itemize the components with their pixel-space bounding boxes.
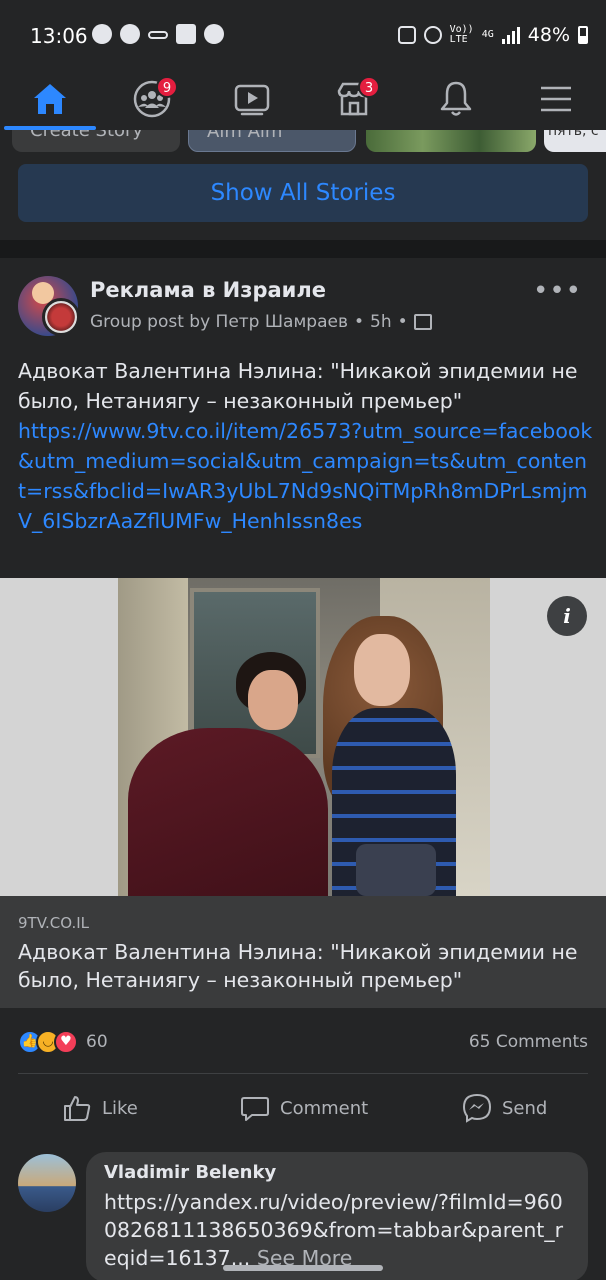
link-preview-caption[interactable]: 9TV.CO.IL Адвокат Валентина Нэлина: "Ник… xyxy=(0,896,606,1008)
recycle-icon xyxy=(397,26,416,44)
comment-label: Comment xyxy=(280,1097,369,1119)
battery-percent: 48% xyxy=(527,24,570,46)
meta-separator: • xyxy=(397,312,408,332)
alarm-icon xyxy=(423,26,442,44)
home-icon xyxy=(34,84,66,114)
story-card-text[interactable]: пять, с xyxy=(544,130,606,152)
status-time: 13:06 xyxy=(30,24,88,48)
preview-photo xyxy=(118,578,490,896)
stories-section: Create Story Alm Alm пять, с Show All St… xyxy=(0,130,606,240)
author-avatar[interactable] xyxy=(42,298,80,336)
bell-icon xyxy=(440,81,472,116)
comment-text: https://yandex.ru/video/preview/?filmId=… xyxy=(104,1190,564,1270)
status-left-icons xyxy=(92,24,224,44)
messenger-icon xyxy=(462,1093,492,1123)
love-reaction-icon: ♥ xyxy=(54,1030,78,1054)
status-bar: 13:06 Vo)) LTE 4G 48% xyxy=(0,0,606,70)
reaction-count: 60 xyxy=(86,1032,108,1052)
status-right-icons: Vo)) LTE 4G 48% xyxy=(397,24,588,46)
network-type: 4G xyxy=(481,29,494,40)
post-text: Адвокат Валентина Нэлина: "Никакой эпиде… xyxy=(18,359,578,413)
preview-domain: 9TV.CO.IL xyxy=(18,914,90,932)
comment-author[interactable]: Vladimir Belenky xyxy=(104,1162,276,1183)
thumbs-up-icon xyxy=(64,1096,91,1121)
active-tab-indicator xyxy=(4,126,96,130)
more-options-icon[interactable]: ••• xyxy=(533,276,582,306)
nav-watch[interactable] xyxy=(222,74,282,124)
comment-button[interactable]: Comment xyxy=(240,1090,368,1126)
whatsapp-icon xyxy=(92,24,112,44)
signal-icon xyxy=(501,26,520,44)
group-privacy-icon xyxy=(413,314,432,330)
nav-menu[interactable] xyxy=(526,74,586,124)
like-label: Like xyxy=(102,1097,138,1119)
post-author-line[interactable]: Group post by Петр Шамраев xyxy=(90,312,348,332)
voicemail-icon xyxy=(148,31,168,39)
nav-home[interactable] xyxy=(20,74,80,124)
post-time[interactable]: 5h xyxy=(370,312,392,332)
gallery-icon xyxy=(176,24,196,44)
post-meta: Group post by Петр Шамраев • 5h • xyxy=(90,312,432,332)
home-indicator[interactable] xyxy=(223,1265,383,1271)
post-link[interactable]: https://www.9tv.co.il/item/26573?utm_sou… xyxy=(18,416,593,536)
reactions-summary[interactable]: 👍 ◡ ♥ 60 xyxy=(18,1030,108,1054)
volte-indicator: Vo)) LTE xyxy=(449,24,474,45)
like-button[interactable]: Like xyxy=(62,1090,138,1126)
comments-count[interactable]: 65 Comments xyxy=(469,1032,588,1052)
group-name[interactable]: Реклама в Израиле xyxy=(90,278,326,302)
preview-title: Адвокат Валентина Нэлина: "Никакой эпиде… xyxy=(18,940,578,992)
top-nav-bar: 9 3 xyxy=(0,70,606,132)
story-create[interactable]: Create Story xyxy=(12,130,180,152)
groups-badge: 9 xyxy=(156,76,178,98)
story-card[interactable]: Alm Alm xyxy=(188,130,356,152)
link-preview-image[interactable]: i xyxy=(0,578,606,896)
nav-notifications[interactable] xyxy=(426,74,486,124)
meta-separator: • xyxy=(353,312,365,332)
nav-marketplace[interactable]: 3 xyxy=(324,74,384,124)
post-card: Реклама в Израиле Group post by Петр Шам… xyxy=(0,258,606,1280)
commenter-avatar[interactable] xyxy=(18,1154,76,1212)
phone-icon xyxy=(204,24,224,44)
battery-icon xyxy=(578,26,588,44)
marketplace-badge: 3 xyxy=(358,76,380,98)
hamburger-menu-icon xyxy=(541,86,571,112)
video-icon xyxy=(234,84,270,116)
nav-groups[interactable]: 9 xyxy=(122,74,182,124)
comment-bubble[interactable]: Vladimir Belenky https://yandex.ru/video… xyxy=(86,1152,588,1280)
info-icon[interactable]: i xyxy=(547,596,587,636)
story-card-image[interactable] xyxy=(366,130,536,152)
snapchat-icon xyxy=(120,24,140,44)
show-all-stories-button[interactable]: Show All Stories xyxy=(18,164,588,222)
send-button[interactable]: Send xyxy=(462,1090,547,1126)
send-label: Send xyxy=(502,1097,548,1119)
divider xyxy=(18,1073,588,1074)
comment-icon xyxy=(241,1097,269,1121)
